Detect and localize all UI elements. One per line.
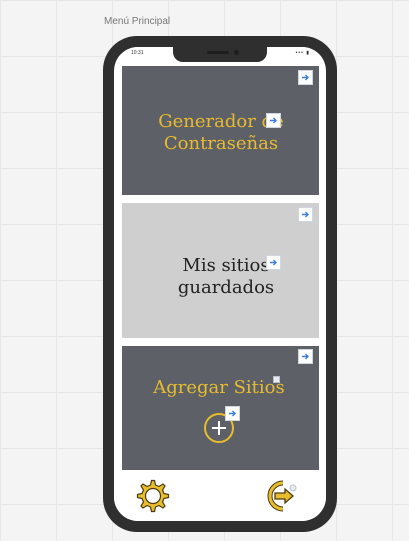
phone-notch — [173, 47, 267, 62]
speaker — [207, 51, 229, 54]
saved-sites-title-line1: Mis sitios — [182, 255, 270, 276]
camera — [234, 50, 239, 55]
logout-button[interactable] — [267, 480, 299, 512]
frame-label: Menú Principal — [104, 16, 171, 27]
arrow-right-icon[interactable] — [298, 349, 313, 364]
add-sites-title: Agregar Sitios — [153, 377, 285, 398]
saved-sites-title-line2: guardados — [177, 277, 275, 298]
add-sites-card[interactable]: Agregar Sitios — [122, 346, 319, 470]
phone-screen: 10:31 ••• ▮ Generador de Contraseñas Mis… — [114, 47, 326, 521]
settings-button[interactable] — [136, 479, 170, 513]
design-canvas: Menú Principal 10:31 ••• ▮ Generador de … — [0, 0, 409, 541]
arrow-right-icon[interactable] — [266, 255, 281, 270]
password-generator-title-line2: Contraseñas — [163, 133, 279, 154]
password-generator-card[interactable]: Generador de Contraseñas — [122, 66, 319, 195]
status-icons: ••• ▮ — [295, 50, 310, 56]
phone-frame: 10:31 ••• ▮ Generador de Contraseñas Mis… — [103, 36, 337, 532]
arrow-right-icon[interactable] — [298, 207, 313, 222]
saved-sites-card[interactable]: Mis sitios guardados — [122, 203, 319, 338]
gear-icon — [136, 479, 170, 513]
plus-vertical — [218, 421, 220, 435]
status-time: 10:31 — [131, 50, 144, 56]
saved-sites-title: Mis sitios guardados — [174, 255, 278, 299]
arrow-right-icon[interactable] — [225, 406, 240, 421]
selection-handle — [273, 376, 280, 383]
bottom-bar — [114, 470, 326, 521]
logout-icon — [267, 480, 297, 512]
arrow-right-icon[interactable] — [266, 113, 281, 128]
arrow-right-icon[interactable] — [298, 70, 313, 85]
